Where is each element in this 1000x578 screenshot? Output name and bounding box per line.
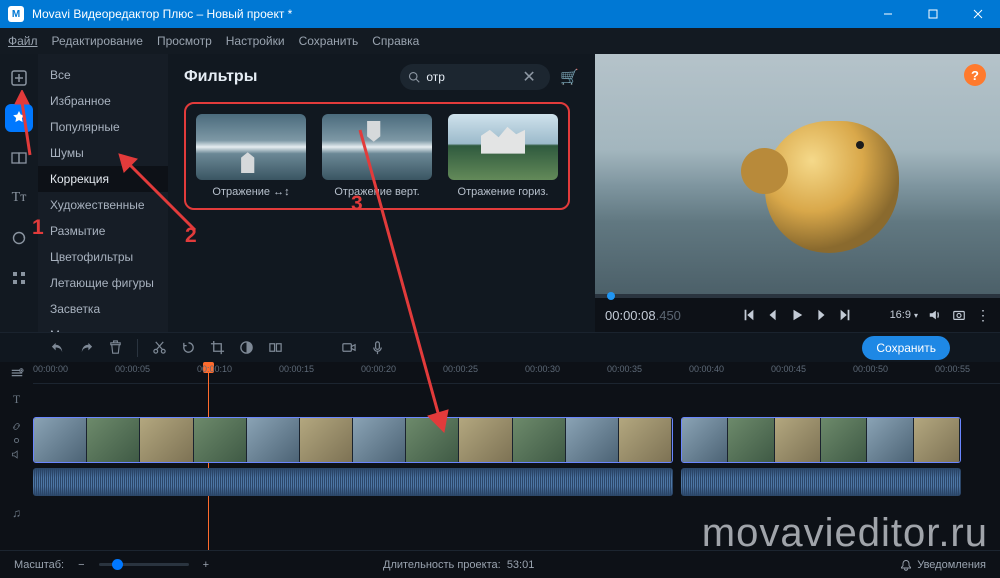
search-input[interactable] <box>426 70 516 84</box>
ruler-mark: 00:00:15 <box>279 364 314 374</box>
category-flying[interactable]: Летающие фигуры <box>38 270 168 296</box>
crop-button[interactable] <box>210 340 225 355</box>
search-icon <box>408 71 420 83</box>
audio-clip-2[interactable] <box>681 468 961 496</box>
bell-icon <box>900 559 912 571</box>
ruler-mark: 00:00:35 <box>607 364 642 374</box>
undo-button[interactable] <box>50 340 65 355</box>
menu-file[interactable]: Файл <box>8 34 38 48</box>
arrow-3 <box>330 120 470 440</box>
export-button[interactable]: Сохранить <box>862 336 950 360</box>
rotate-button[interactable] <box>181 340 196 355</box>
zoom-out-button[interactable]: − <box>78 559 84 571</box>
linked-audio-track[interactable] <box>33 466 1000 498</box>
timecode: 00:00:08.450 <box>605 308 681 323</box>
category-mosaic[interactable]: Мозаика <box>38 322 168 332</box>
category-lightleak[interactable]: Засветка <box>38 296 168 322</box>
preview-controls: 00:00:08.450 16:9▾ ⋮ <box>595 298 1000 332</box>
filter-card-reflect-both[interactable]: Отражение ↔↕ <box>196 114 306 198</box>
transition-wizard-button[interactable] <box>268 340 283 355</box>
video-clip-2[interactable] <box>681 417 961 463</box>
window-title: Movavi Видеоредактор Плюс – Новый проект… <box>32 7 865 21</box>
zoom-label: Масштаб: <box>14 559 64 571</box>
step-fwd-button[interactable] <box>814 308 828 322</box>
play-button[interactable] <box>790 308 804 322</box>
preview-menu-button[interactable]: ⋮ <box>976 307 990 324</box>
menu-view[interactable]: Просмотр <box>157 34 212 48</box>
ruler-mark: 00:00:05 <box>115 364 150 374</box>
titles-button[interactable]: Tт <box>5 184 33 212</box>
audio-clip-1[interactable] <box>33 468 673 496</box>
ruler-mark: 00:00:40 <box>689 364 724 374</box>
status-bar: Масштаб: − + Длительность проекта: 53:01… <box>0 550 1000 578</box>
audio-track-gutter[interactable]: ♫ <box>0 506 33 520</box>
add-track-button[interactable] <box>0 362 33 384</box>
preview-viewport[interactable] <box>595 54 1000 294</box>
ruler-mark: 00:00:00 <box>33 364 68 374</box>
step-back-button[interactable] <box>766 308 780 322</box>
project-duration: Длительность проекта: 53:01 <box>383 559 534 571</box>
category-all[interactable]: Все <box>38 62 168 88</box>
audio-track[interactable] <box>33 498 1000 528</box>
menu-save[interactable]: Сохранить <box>299 34 359 48</box>
category-popular[interactable]: Популярные <box>38 114 168 140</box>
skip-end-button[interactable] <box>838 308 852 322</box>
filter-label: Отражение ↔↕ <box>196 186 306 198</box>
menu-help[interactable]: Справка <box>372 34 419 48</box>
title-track-gutter[interactable]: T <box>0 392 33 407</box>
volume-button[interactable] <box>928 308 942 322</box>
link-icon <box>11 421 22 432</box>
titlebar: M Movavi Видеоредактор Плюс – Новый прое… <box>0 0 1000 28</box>
menu-settings[interactable]: Настройки <box>226 34 285 48</box>
filter-thumbnail <box>196 114 306 180</box>
minimize-button[interactable] <box>865 0 910 28</box>
maximize-button[interactable] <box>910 0 955 28</box>
clear-search-icon[interactable]: ✕ <box>522 67 535 87</box>
ruler-mark: 00:00:10 <box>197 364 232 374</box>
add-media-button[interactable] <box>5 64 33 92</box>
color-adjust-button[interactable] <box>239 340 254 355</box>
video-track[interactable] <box>33 414 1000 466</box>
preview-seekbar[interactable] <box>595 294 1000 298</box>
preview-panel: ? 00:00:08.450 16:9▾ ⋮ <box>595 54 1000 332</box>
menu-edit[interactable]: Редактирование <box>52 34 143 48</box>
category-favorites[interactable]: Избранное <box>38 88 168 114</box>
app-logo: M <box>8 6 24 22</box>
timeline-toolbar: Сохранить <box>0 332 1000 362</box>
more-tools-button[interactable] <box>5 264 33 292</box>
cut-button[interactable] <box>152 340 167 355</box>
timeline-ruler[interactable]: 00:00:0000:00:0500:00:1000:00:1500:00:20… <box>33 362 1000 384</box>
panel-title: Фильтры <box>184 68 390 86</box>
skip-start-button[interactable] <box>742 308 756 322</box>
ruler-mark: 00:00:45 <box>771 364 806 374</box>
help-button[interactable]: ? <box>964 64 986 86</box>
notifications-button[interactable]: Уведомления <box>900 559 986 571</box>
video-track-gutter[interactable] <box>0 421 33 460</box>
ruler-mark: 00:00:55 <box>935 364 970 374</box>
snapshot-button[interactable] <box>952 308 966 322</box>
search-field[interactable]: ✕ <box>400 64 550 90</box>
arrow-2 <box>115 150 205 240</box>
category-colorfilters[interactable]: Цветофильтры <box>38 244 168 270</box>
redo-button[interactable] <box>79 340 94 355</box>
title-track[interactable] <box>33 384 1000 414</box>
timeline: 00:00:0000:00:0500:00:1000:00:1500:00:20… <box>0 362 1000 528</box>
ruler-mark: 00:00:30 <box>525 364 560 374</box>
ruler-mark: 00:00:50 <box>853 364 888 374</box>
aspect-ratio-selector[interactable]: 16:9▾ <box>890 309 918 321</box>
store-icon[interactable]: 🛒 <box>560 68 579 86</box>
delete-button[interactable] <box>108 340 123 355</box>
close-button[interactable] <box>955 0 1000 28</box>
zoom-slider[interactable] <box>99 563 189 566</box>
zoom-in-button[interactable]: + <box>203 559 209 571</box>
menubar: Файл Редактирование Просмотр Настройки С… <box>0 28 1000 54</box>
annotation-1: 1 <box>32 216 44 240</box>
visibility-icon[interactable] <box>11 435 22 446</box>
arrow-1 <box>12 90 42 160</box>
stickers-button[interactable] <box>5 224 33 252</box>
mute-icon[interactable] <box>11 449 22 460</box>
